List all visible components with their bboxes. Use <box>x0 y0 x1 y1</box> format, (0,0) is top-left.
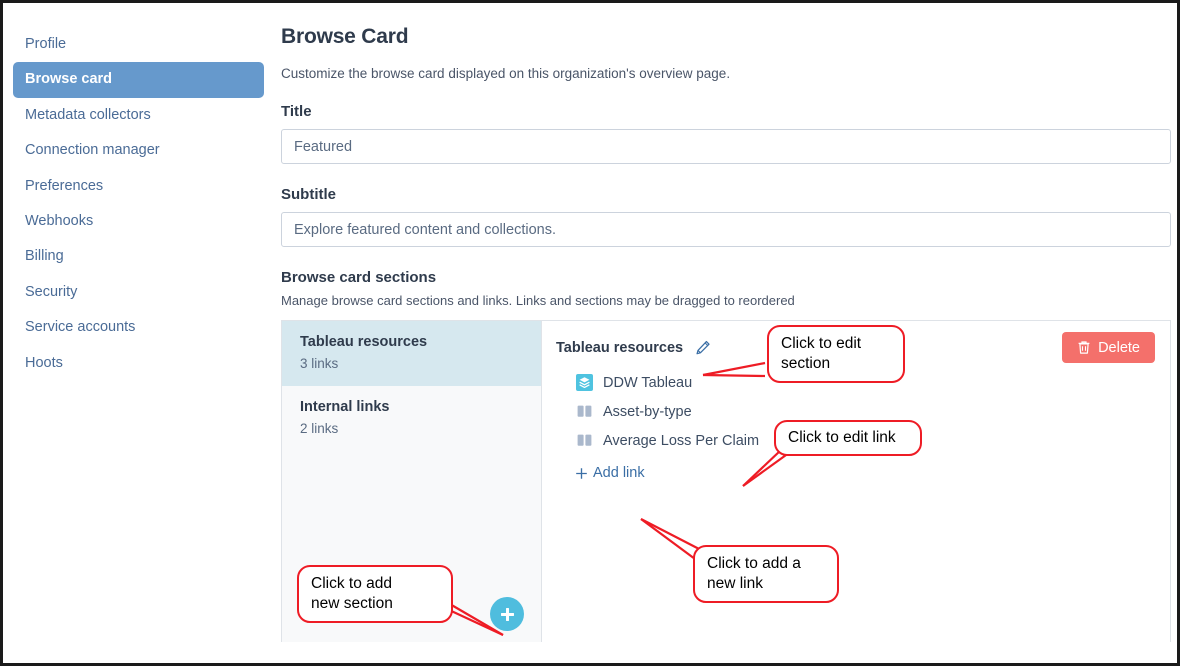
delete-label: Delete <box>1098 339 1140 356</box>
sidebar-item-label: Service accounts <box>25 319 136 336</box>
edit-section-button[interactable] <box>694 339 712 357</box>
annotation-edit-section: Click to edit section <box>767 325 905 383</box>
sidebar-item-webhooks[interactable]: Webhooks <box>13 204 264 239</box>
section-list-item[interactable]: Tableau resources 3 links <box>282 321 541 386</box>
sidebar-item-billing[interactable]: Billing <box>13 239 264 274</box>
annotation-edit-link: Click to edit link <box>774 420 922 456</box>
link-label: DDW Tableau <box>603 374 693 391</box>
sidebar-item-label: Profile <box>25 36 67 52</box>
sidebar-item-browse-card[interactable]: Browse card <box>13 62 264 98</box>
add-link-button[interactable]: Add link <box>556 465 645 481</box>
delete-section-button[interactable]: Delete <box>1062 332 1155 363</box>
book-icon <box>577 434 592 446</box>
sidebar-item-label: Browse card <box>25 71 113 88</box>
add-section-button[interactable] <box>490 597 524 631</box>
sidebar-item-label: Billing <box>25 248 64 265</box>
section-link-count: 3 links <box>300 356 339 371</box>
page-description: Customize the browse card displayed on t… <box>281 66 731 81</box>
browse-card-sections-heading: Browse card sections <box>281 269 437 286</box>
trash-icon <box>1078 341 1090 354</box>
browse-card-sections-description: Manage browse card sections and links. L… <box>281 293 795 308</box>
add-link-label: Add link <box>593 465 645 481</box>
sidebar-item-label: Connection manager <box>25 142 160 159</box>
page-title: Browse Card <box>281 25 409 48</box>
app-window: Profile Browse card Metadata collectors … <box>0 0 1180 666</box>
tableau-layers-icon <box>576 374 593 391</box>
section-name: Internal links <box>300 399 390 415</box>
link-list-item[interactable]: Asset-by-type <box>556 403 1154 420</box>
sidebar-item-label: Security <box>25 283 78 300</box>
sidebar-item-label: Webhooks <box>25 212 94 229</box>
sidebar-item-connection-manager[interactable]: Connection manager <box>13 133 264 168</box>
section-link-count: 2 links <box>300 421 339 436</box>
book-icon <box>577 405 592 417</box>
sidebar-item-profile[interactable]: Profile <box>13 27 264 62</box>
sidebar-item-label: Metadata collectors <box>25 106 151 123</box>
sidebar-item-label: Hoots <box>25 354 63 371</box>
annotation-add-section: Click to add new section <box>297 565 453 623</box>
plus-icon <box>576 467 587 479</box>
sidebar-item-security[interactable]: Security <box>13 275 264 310</box>
sidebar-item-preferences[interactable]: Preferences <box>13 169 264 204</box>
sidebar-item-service-accounts[interactable]: Service accounts <box>13 310 264 345</box>
section-list-item[interactable]: Internal links 2 links <box>282 386 541 451</box>
annotation-add-link: Click to add a new link <box>693 545 839 603</box>
section-name: Tableau resources <box>300 334 428 350</box>
plus-icon <box>500 607 514 621</box>
sidebar-item-label: Preferences <box>25 177 104 194</box>
settings-sidebar: Profile Browse card Metadata collectors … <box>3 3 274 663</box>
subtitle-input[interactable] <box>281 212 1171 247</box>
title-field-label: Title <box>281 103 312 120</box>
link-label: Asset-by-type <box>603 403 692 420</box>
sidebar-item-metadata-collectors[interactable]: Metadata collectors <box>13 98 264 133</box>
link-label: Average Loss Per Claim <box>603 432 760 449</box>
title-input[interactable] <box>281 129 1171 164</box>
sidebar-item-hoots[interactable]: Hoots <box>13 346 264 381</box>
subtitle-field-label: Subtitle <box>281 186 336 203</box>
pencil-icon <box>696 340 710 355</box>
section-detail-title: Tableau resources <box>556 340 684 356</box>
